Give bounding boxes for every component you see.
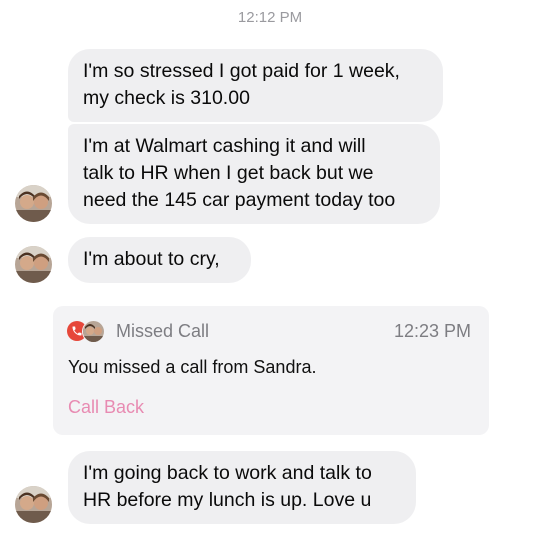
missed-call-text: You missed a call from Sandra.: [68, 357, 317, 377]
message-bubble[interactable]: I'm so stressed I got paid for 1 week, m…: [68, 49, 443, 122]
missed-call-title: Missed Call: [116, 320, 210, 341]
missed-call-card: Missed Call 12:23 PM You missed a call f…: [53, 306, 489, 435]
call-icons: [67, 320, 105, 343]
call-back-button[interactable]: Call Back: [68, 397, 144, 418]
avatar[interactable]: [15, 185, 52, 222]
avatar[interactable]: [15, 486, 52, 523]
message-bubble[interactable]: I'm going back to work and talk to HR be…: [68, 451, 416, 524]
timestamp: 12:12 PM: [237, 9, 303, 26]
message-bubble[interactable]: I'm at Walmart cashing it and will talk …: [68, 124, 440, 224]
caller-avatar: [82, 320, 105, 343]
missed-call-time: 12:23 PM: [393, 320, 471, 341]
avatar[interactable]: [15, 246, 52, 283]
message-bubble[interactable]: I'm about to cry,: [68, 237, 251, 283]
missed-call-header: Missed Call 12:23 PM: [67, 319, 471, 343]
